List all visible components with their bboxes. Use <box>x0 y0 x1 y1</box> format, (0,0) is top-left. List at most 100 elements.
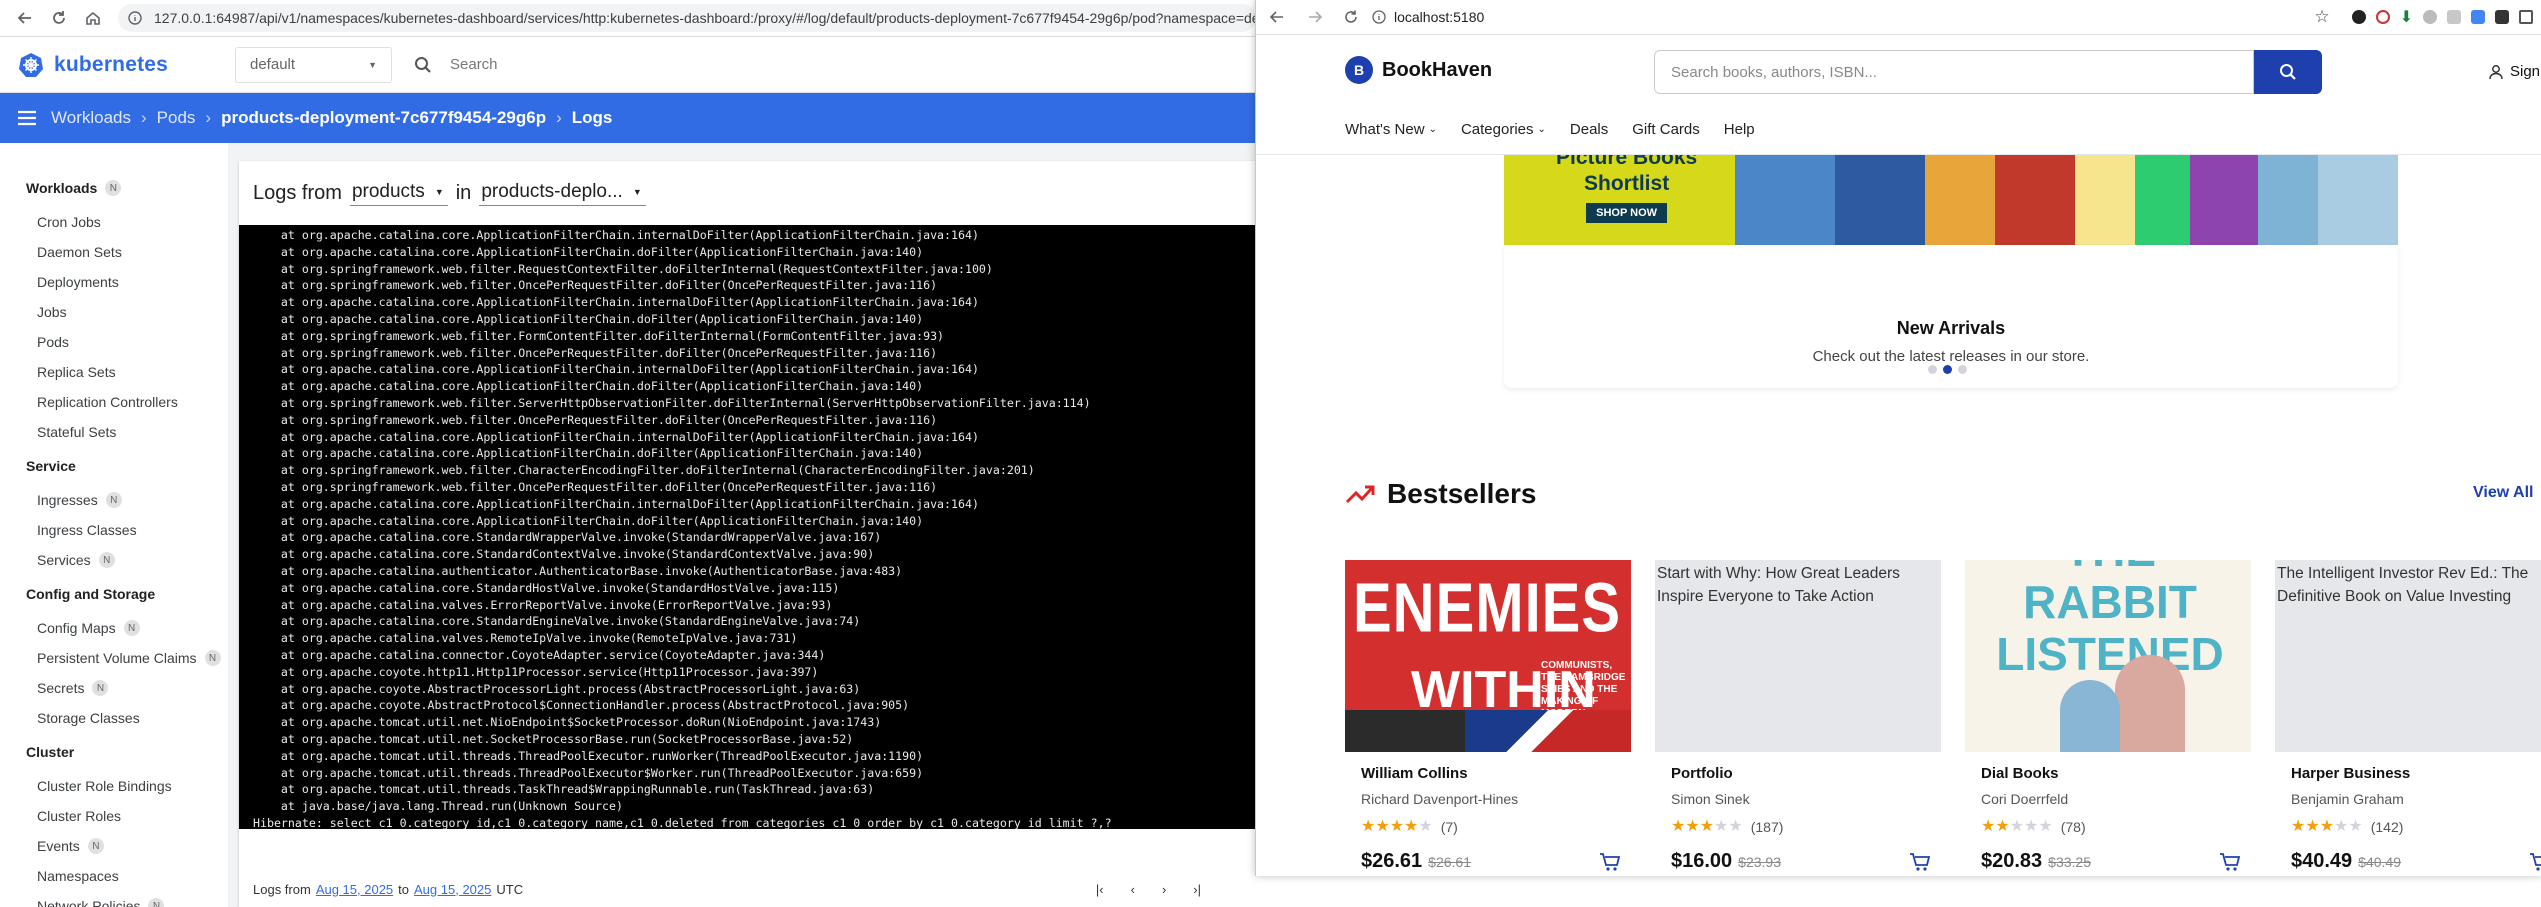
kubernetes-logo[interactable]: kubernetes <box>0 52 235 78</box>
log-start-time[interactable]: Aug 15, 2025 <box>316 882 393 897</box>
site-info-icon[interactable] <box>128 11 142 25</box>
sidebar-section-cluster[interactable]: Cluster <box>0 733 228 771</box>
sidebar-item-events[interactable]: Events N <box>0 831 228 861</box>
log-line: Hibernate: select c1_0.category_id,c1_0.… <box>253 815 1112 829</box>
sidebar-item-replication-controllers[interactable]: Replication Controllers <box>0 387 228 417</box>
carousel-dot-active[interactable] <box>1943 365 1952 374</box>
extension-icon[interactable] <box>2375 10 2390 24</box>
extension-icon[interactable] <box>2351 10 2366 24</box>
sidebar-item-daemon-sets[interactable]: Daemon Sets <box>0 237 228 267</box>
extension-icon[interactable] <box>2423 10 2437 24</box>
book-title[interactable]: William Collins <box>1361 765 1631 782</box>
first-page-icon[interactable]: |‹ <box>1096 882 1104 897</box>
download-icon[interactable]: ⬇ <box>2400 7 2413 27</box>
address-bar[interactable]: 127.0.0.1:64987/api/v1/namespaces/kubern… <box>118 4 1256 32</box>
shop-now-button[interactable]: SHOP NOW <box>1586 203 1668 223</box>
sidebar-section-config-storage[interactable]: Config and Storage <box>0 575 228 613</box>
sign-in-link[interactable]: Sign <box>2488 63 2540 80</box>
book-cover[interactable]: THE RABBIT LISTENED <box>1965 560 2251 752</box>
sidebar-item-stateful-sets[interactable]: Stateful Sets <box>0 417 228 447</box>
add-to-cart-icon[interactable] <box>1599 852 1621 872</box>
sidebar-item-jobs[interactable]: Jobs <box>0 297 228 327</box>
namespace-selector[interactable]: default ▼ <box>235 46 392 83</box>
back-icon[interactable] <box>8 1 42 35</box>
sidebar-item-services[interactable]: Services N <box>0 545 228 575</box>
pod-select[interactable]: products-deplo... ▼ <box>479 181 646 206</box>
sidebar-item-ingresses[interactable]: Ingresses N <box>0 485 228 515</box>
book-title[interactable]: Dial Books <box>1981 765 2251 782</box>
nav-help[interactable]: Help <box>1724 121 1755 138</box>
search-input[interactable]: Search books, authors, ISBN... <box>1654 50 2254 94</box>
sidebar-item-replica-sets[interactable]: Replica Sets <box>0 357 228 387</box>
sidebar-item-cluster-role-bindings[interactable]: Cluster Role Bindings <box>0 771 228 801</box>
prev-page-icon[interactable]: ‹ <box>1131 882 1135 897</box>
book-title[interactable]: Harper Business <box>2291 765 2541 782</box>
sidebar-item-config-maps[interactable]: Config Maps N <box>0 613 228 643</box>
add-to-cart-icon[interactable] <box>2529 852 2541 872</box>
reload-icon[interactable] <box>1344 10 1358 24</box>
sidebar-item-secrets[interactable]: Secrets N <box>0 673 228 703</box>
address-bar[interactable]: localhost:5180 <box>1372 4 2314 30</box>
book-cover[interactable]: ENEMIES WITHIN COMMUNISTS, THE CAMBRIDGE… <box>1345 560 1631 752</box>
sidebar-item-pods[interactable]: Pods <box>0 327 228 357</box>
sidebar-item-deployments[interactable]: Deployments <box>0 267 228 297</box>
container-select[interactable]: products ▼ <box>349 181 448 206</box>
back-icon[interactable] <box>1270 10 1284 24</box>
log-end-time[interactable]: Aug 15, 2025 <box>414 882 491 897</box>
carousel-dot[interactable] <box>1958 365 1967 374</box>
nav-categories[interactable]: Categories ⌄ <box>1461 121 1546 138</box>
footer-tz: UTC <box>496 881 524 897</box>
brand-logo[interactable]: B <box>1345 56 1373 84</box>
carousel-dot[interactable] <box>1928 365 1937 374</box>
log-output[interactable]: at org.apache.catalina.core.ApplicationF… <box>239 225 1256 829</box>
book-cover[interactable]: The Intelligent Investor Rev Ed.: The De… <box>2275 560 2541 752</box>
next-page-icon[interactable]: › <box>1162 882 1166 897</box>
book-card[interactable]: THE RABBIT LISTENED Dial Books Cori Doer… <box>1965 560 2251 876</box>
forward-icon[interactable] <box>1308 10 1322 24</box>
sidebar-item-namespaces[interactable]: Namespaces <box>0 861 228 891</box>
sidebar-item-storage-classes[interactable]: Storage Classes <box>0 703 228 733</box>
log-line: at org.springframework.web.filter.OncePe… <box>253 345 938 360</box>
section-title: Bestsellers <box>1387 478 1537 509</box>
view-all-link[interactable]: View All <box>2473 484 2533 502</box>
sidebar-item-cluster-roles[interactable]: Cluster Roles <box>0 801 228 831</box>
search-box[interactable]: Search <box>414 56 498 74</box>
slide-subtitle: Check out the latest releases in our sto… <box>1812 348 2090 365</box>
extension-icon[interactable] <box>2447 10 2461 24</box>
extension-icon[interactable] <box>2471 10 2485 24</box>
search-button[interactable] <box>2254 50 2322 94</box>
last-page-icon[interactable]: ›| <box>1193 882 1201 897</box>
nav-whats-new[interactable]: What's New ⌄ <box>1345 121 1437 138</box>
extensions-puzzle-icon[interactable] <box>2519 10 2533 24</box>
nav-gift-cards[interactable]: Gift Cards <box>1632 121 1700 138</box>
sidebar-section-service[interactable]: Service <box>0 447 228 485</box>
menu-icon[interactable] <box>17 110 37 126</box>
extension-icon[interactable] <box>2495 10 2509 24</box>
book-title[interactable]: Portfolio <box>1671 765 1941 782</box>
sidebar-item-ingress-classes[interactable]: Ingress Classes <box>0 515 228 545</box>
new-arrivals-slide[interactable]: New Arrivals Check out the latest releas… <box>1504 245 2398 388</box>
sidebar-item-network-policies[interactable]: Network Policies N <box>0 891 228 907</box>
site-info-icon[interactable] <box>1372 10 1386 24</box>
sidebar-section-workloads[interactable]: Workloads N <box>0 169 228 207</box>
log-line: at org.apache.catalina.core.ApplicationF… <box>253 244 924 259</box>
sidebar-item-cron-jobs[interactable]: Cron Jobs <box>0 207 228 237</box>
breadcrumb-workloads[interactable]: Workloads <box>51 108 131 128</box>
brand-name[interactable]: BookHaven <box>1382 59 1492 82</box>
home-icon[interactable] <box>76 1 110 35</box>
sidebar-item-pvc[interactable]: Persistent Volume Claims N <box>0 643 228 673</box>
book-cover[interactable]: Start with Why: How Great Leaders Inspir… <box>1655 560 1941 752</box>
log-line: at java.base/java.lang.Thread.run(Unknow… <box>253 799 623 814</box>
current-price: $16.00 <box>1671 850 1733 872</box>
book-card[interactable]: Start with Why: How Great Leaders Inspir… <box>1655 560 1941 876</box>
breadcrumb-pods[interactable]: Pods <box>157 108 196 128</box>
book-card[interactable]: ENEMIES WITHIN COMMUNISTS, THE CAMBRIDGE… <box>1345 560 1631 876</box>
book-card[interactable]: The Intelligent Investor Rev Ed.: The De… <box>2275 560 2541 876</box>
promo-banner[interactable]: Picture Books Shortlist SHOP NOW <box>1504 155 2398 245</box>
breadcrumb-pod[interactable]: products-deployment-7c677f9454-29g6p <box>221 108 546 128</box>
nav-deals[interactable]: Deals <box>1570 121 1608 138</box>
bookmark-star-icon[interactable]: ☆ <box>2314 7 2329 27</box>
reload-icon[interactable] <box>42 1 76 35</box>
add-to-cart-icon[interactable] <box>1909 852 1931 872</box>
add-to-cart-icon[interactable] <box>2219 852 2241 872</box>
